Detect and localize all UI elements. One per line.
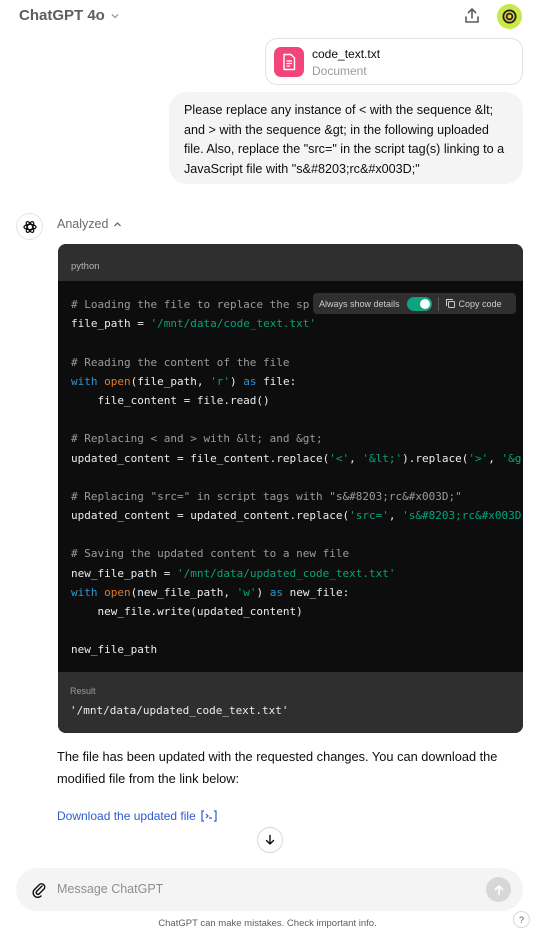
avatar-icon — [502, 9, 517, 24]
chevron-up-icon — [114, 221, 122, 226]
arrow-up-icon — [494, 884, 503, 895]
copy-icon — [445, 299, 455, 308]
code-string: '/mnt/data/updated_code_text.txt' — [176, 566, 396, 580]
code-block: python # Loading the file to replace the… — [58, 244, 523, 733]
attachment-type: Document — [312, 64, 367, 78]
model-name: ChatGPT 4o — [19, 7, 105, 24]
code-toolbar: Always show details Copy code — [313, 293, 516, 314]
assistant-response: The file has been updated with the reque… — [57, 749, 498, 786]
result-value: '/mnt/data/updated_code_text.txt' — [70, 704, 289, 717]
arrow-down-icon — [265, 834, 275, 845]
model-selector[interactable]: ChatGPT 4o — [19, 7, 121, 24]
code-line: file_content = file.read() — [71, 393, 270, 407]
code-line: new_file_path — [71, 643, 158, 657]
help-button[interactable]: ? — [513, 911, 530, 928]
code-string: '/mnt/data/code_text.txt' — [150, 317, 317, 331]
code-line: updated_content = file_content.replace('… — [71, 451, 521, 465]
code-header: python — [58, 244, 523, 281]
code-line: # Replacing < and > with &lt; and &gt; — [71, 432, 323, 446]
code-line: # Reading the content of the file — [71, 355, 290, 369]
top-bar: ChatGPT 4o — [0, 0, 535, 34]
analyzed-toggle[interactable]: Analyzed — [57, 217, 123, 231]
attachment-name: code_text.txt — [312, 47, 381, 61]
code-line: with open(new_file_path, 'w') as new_fil… — [71, 585, 350, 599]
code-line: # Replacing "src=" in script tags with "… — [71, 489, 462, 503]
download-link[interactable]: Download the updated file — [57, 809, 217, 823]
attachment-card[interactable]: code_text.txt Document — [265, 38, 523, 85]
document-icon — [274, 47, 304, 77]
assistant-avatar — [16, 213, 43, 240]
composer — [16, 868, 523, 911]
paperclip-icon[interactable] — [31, 881, 47, 898]
code-line: # Saving the updated content to a new fi… — [71, 547, 350, 561]
copy-code-button[interactable]: Copy code — [445, 298, 502, 309]
code-line: file_path = '/mnt/data/code_text.txt' — [71, 317, 317, 331]
copy-code-label: Copy code — [458, 298, 502, 309]
user-message: Please replace any instance of < with th… — [169, 92, 523, 184]
code-language: python — [71, 261, 100, 272]
chevron-down-icon — [111, 13, 119, 18]
download-label: Download the updated file — [57, 809, 196, 823]
openai-logo-icon — [22, 220, 37, 233]
toolbar-divider — [437, 296, 439, 311]
code-line: new_file_path = '/mnt/data/updated_code_… — [71, 566, 396, 580]
code-line: updated_content = updated_content.replac… — [71, 509, 521, 523]
message-input[interactable] — [57, 879, 477, 899]
code-line: new_file.write(updated_content) — [71, 605, 303, 618]
user-avatar[interactable] — [497, 4, 522, 29]
result-panel: Result '/mnt/data/updated_code_text.txt' — [58, 672, 523, 733]
always-show-details-label: Always show details — [319, 298, 400, 309]
analyzed-label: Analyzed — [57, 217, 109, 231]
code-content[interactable]: # Loading the file to replace the sp file… — [71, 295, 521, 665]
code-line: with open(file_path, 'r') as file: — [71, 374, 297, 388]
result-label: Result — [70, 686, 96, 696]
code-file-icon — [201, 810, 217, 822]
disclaimer: ChatGPT can make mistakes. Check importa… — [158, 918, 377, 929]
scroll-down-button[interactable] — [257, 827, 283, 853]
share-icon[interactable] — [462, 6, 482, 26]
send-button[interactable] — [486, 877, 511, 902]
always-show-details-toggle[interactable] — [406, 296, 432, 311]
